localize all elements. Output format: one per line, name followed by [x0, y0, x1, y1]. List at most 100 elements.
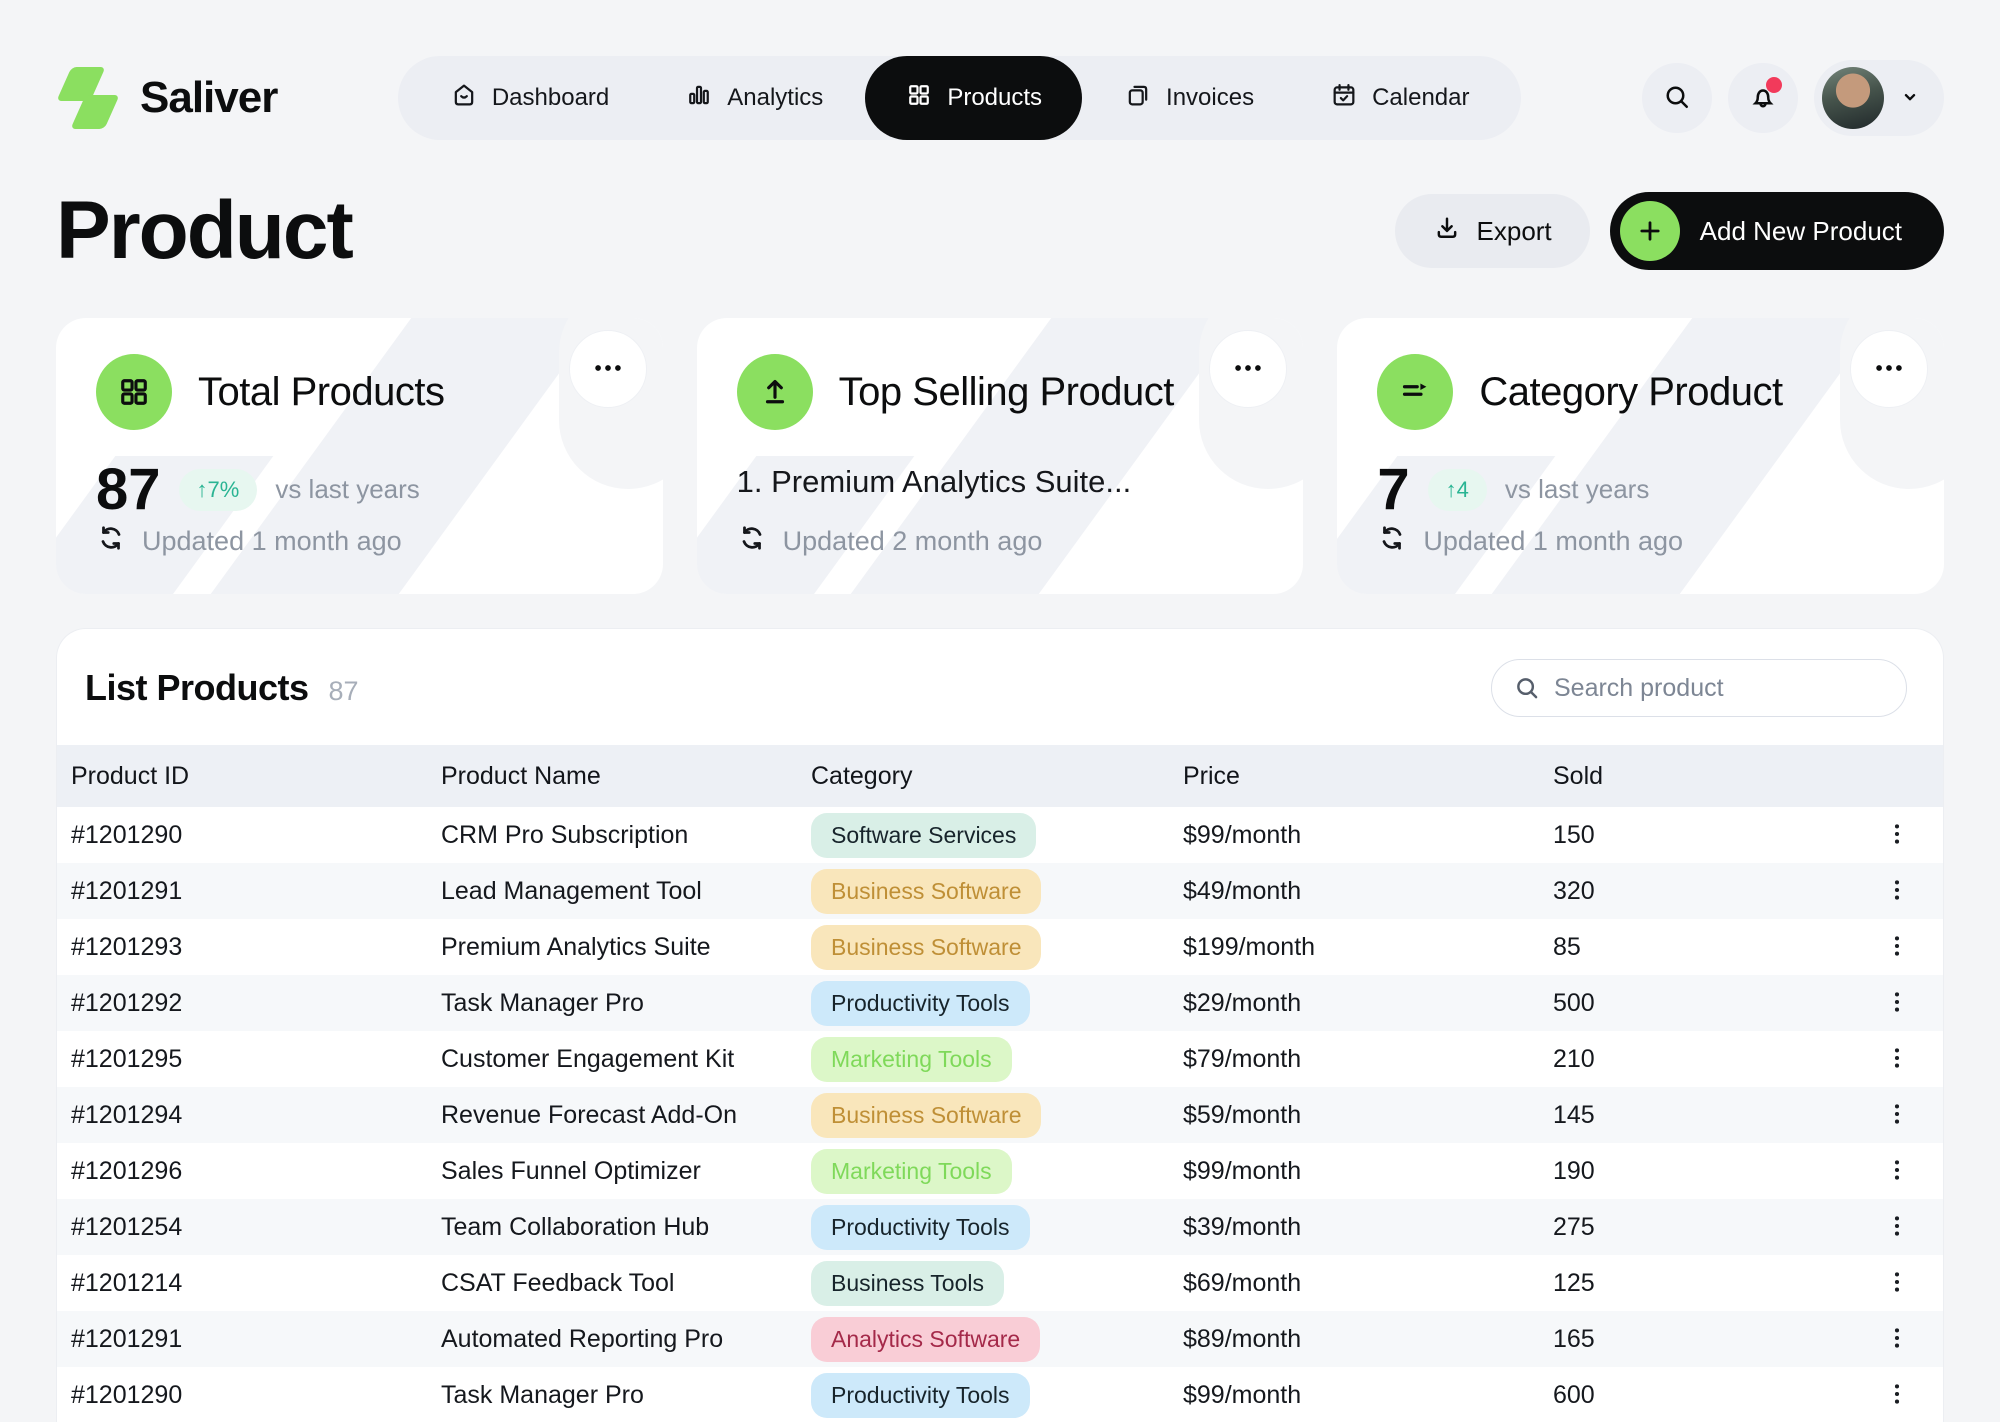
cell-category: Marketing Tools [797, 1037, 1169, 1082]
page: Saliver Dashboard Analytics Products Inv… [0, 0, 2000, 1422]
kebab-icon [1884, 1157, 1910, 1186]
cell-product-id: #1201295 [57, 1045, 427, 1074]
kebab-icon [1884, 1381, 1910, 1410]
cell-sold: 125 [1539, 1269, 1839, 1298]
row-menu-button[interactable] [1877, 871, 1917, 911]
table-count-badge: 87 [329, 676, 359, 707]
compare-label: vs last years [1505, 474, 1650, 505]
row-menu-button[interactable] [1877, 1207, 1917, 1247]
user-menu[interactable] [1814, 60, 1944, 136]
cell-product-name: Revenue Forecast Add-On [427, 1101, 797, 1130]
row-menu-button[interactable] [1877, 1095, 1917, 1135]
cell-price: $49/month [1169, 877, 1539, 906]
cell-category: Business Software [797, 1093, 1169, 1138]
kebab-icon [1884, 1213, 1910, 1242]
cell-product-id: #1201291 [57, 1325, 427, 1354]
nav-item-products[interactable]: Products [865, 56, 1082, 140]
search-icon [1662, 82, 1692, 115]
notification-dot [1766, 77, 1782, 93]
kebab-icon [1884, 1269, 1910, 1298]
top-upload-icon [737, 354, 813, 430]
cell-price: $69/month [1169, 1269, 1539, 1298]
kebab-icon [1884, 1325, 1910, 1354]
brand-logo: Saliver [56, 67, 277, 129]
plus-icon [1620, 201, 1680, 261]
nav-item-analytics[interactable]: Analytics [651, 56, 857, 140]
row-menu-button[interactable] [1877, 1039, 1917, 1079]
cell-product-name: Lead Management Tool [427, 877, 797, 906]
table-row: #1201296 Sales Funnel Optimizer Marketin… [57, 1143, 1943, 1199]
table-body: #1201290 CRM Pro Subscription Software S… [57, 807, 1943, 1422]
category-badge: Productivity Tools [811, 1373, 1030, 1418]
brand-name: Saliver [140, 73, 277, 123]
add-new-product-label: Add New Product [1700, 216, 1902, 247]
cell-product-id: #1201254 [57, 1213, 427, 1242]
row-menu-button[interactable] [1877, 1375, 1917, 1415]
cell-price: $99/month [1169, 821, 1539, 850]
cell-product-id: #1201294 [57, 1101, 427, 1130]
cell-product-name: Task Manager Pro [427, 1381, 797, 1410]
table-row: #1201291 Automated Reporting Pro Analyti… [57, 1311, 1943, 1367]
search-button[interactable] [1642, 63, 1712, 133]
column-header-category: Category [797, 762, 1169, 791]
category-badge: Business Software [811, 1093, 1041, 1138]
cell-product-name: Task Manager Pro [427, 989, 797, 1018]
add-new-product-button[interactable]: Add New Product [1610, 192, 1944, 270]
main-nav: Dashboard Analytics Products Invoices Ca… [398, 56, 1522, 140]
table-head: List Products 87 [57, 629, 1943, 745]
table-row: #1201254 Team Collaboration Hub Producti… [57, 1199, 1943, 1255]
row-menu-button[interactable] [1877, 815, 1917, 855]
table-title: List Products [85, 667, 309, 709]
column-header-sold: Sold [1539, 762, 1839, 791]
nav-item-label: Invoices [1166, 84, 1254, 112]
products-table-card: List Products 87 Product ID Product Name… [56, 628, 1944, 1422]
bar-chart-icon [685, 81, 713, 116]
card-value: 7 [1377, 456, 1409, 523]
category-badge: Business Software [811, 869, 1041, 914]
cell-sold: 500 [1539, 989, 1839, 1018]
cell-sold: 190 [1539, 1157, 1839, 1186]
column-header-product-name: Product Name [427, 762, 797, 791]
brand-logo-icon [56, 67, 122, 129]
row-menu-button[interactable] [1877, 927, 1917, 967]
calendar-check-icon [1330, 81, 1358, 116]
row-menu-button[interactable] [1877, 1151, 1917, 1191]
cell-price: $99/month [1169, 1381, 1539, 1410]
nav-item-invoices[interactable]: Invoices [1090, 56, 1288, 140]
cell-price: $199/month [1169, 933, 1539, 962]
cell-product-id: #1201290 [57, 1381, 427, 1410]
nav-item-dashboard[interactable]: Dashboard [416, 56, 643, 140]
table-row: #1201292 Task Manager Pro Productivity T… [57, 975, 1943, 1031]
chevron-down-icon [1898, 85, 1922, 112]
export-button[interactable]: Export [1395, 194, 1590, 268]
cell-product-id: #1201290 [57, 821, 427, 850]
row-menu-button[interactable] [1877, 1319, 1917, 1359]
card-category-product: Category Product 7 ↑4 vs last years Upda… [1337, 318, 1944, 594]
cell-category: Business Software [797, 925, 1169, 970]
table-row: #1201291 Lead Management Tool Business S… [57, 863, 1943, 919]
card-title: Total Products [198, 370, 444, 415]
refresh-icon [737, 523, 767, 560]
refresh-icon [1377, 523, 1407, 560]
cell-price: $79/month [1169, 1045, 1539, 1074]
grid-icon [905, 81, 933, 116]
cell-sold: 600 [1539, 1381, 1839, 1410]
nav-item-calendar[interactable]: Calendar [1296, 56, 1503, 140]
search-product-input[interactable] [1491, 659, 1907, 717]
nav-item-label: Products [947, 84, 1042, 112]
cell-category: Analytics Software [797, 1317, 1169, 1362]
kebab-icon [1884, 989, 1910, 1018]
category-badge: Business Tools [811, 1261, 1004, 1306]
download-icon [1433, 214, 1461, 249]
table-search [1491, 659, 1907, 717]
stat-cards: Total Products 87 ↑7% vs last years Upda… [56, 318, 1944, 594]
row-menu-button[interactable] [1877, 1263, 1917, 1303]
updated-label: Updated 2 month ago [783, 526, 1043, 557]
cell-category: Business Tools [797, 1261, 1169, 1306]
updated-label: Updated 1 month ago [142, 526, 402, 557]
row-menu-button[interactable] [1877, 983, 1917, 1023]
table-row: #1201294 Revenue Forecast Add-On Busines… [57, 1087, 1943, 1143]
cell-sold: 150 [1539, 821, 1839, 850]
cell-sold: 165 [1539, 1325, 1839, 1354]
notifications-button[interactable] [1728, 63, 1798, 133]
